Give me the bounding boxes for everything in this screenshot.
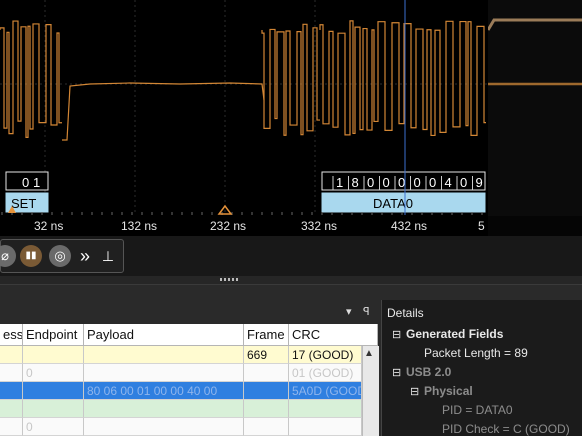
decode-label-data: DATA0 [373, 196, 413, 211]
table-scrollbar[interactable] [362, 346, 379, 436]
table-cell-frame[interactable]: 669 [244, 346, 289, 364]
waveform-display[interactable]: 0 1 SET 1 8 0 0 0 0 0 4 0 9 DATA0 [0, 0, 488, 236]
panel-splitter[interactable] [0, 276, 582, 285]
signal-trace [0, 20, 62, 138]
decode-digit: 0 [460, 175, 467, 190]
details-item[interactable]: PID Check = C (GOOD) [442, 422, 570, 436]
pause-icon[interactable]: ▮▮ [20, 245, 42, 267]
table-cell-frame[interactable] [244, 418, 289, 436]
table-cell-endpoint[interactable] [23, 382, 84, 400]
splitter-grip[interactable] [220, 278, 238, 281]
column-header-payload[interactable]: Payload [84, 324, 244, 346]
panel-pin-icon[interactable]: ꟼ [363, 305, 370, 318]
table-cell-ess[interactable] [0, 400, 23, 418]
details-item[interactable]: Physical [424, 384, 473, 398]
details-title: Details [387, 306, 424, 320]
table-cell-crc[interactable] [289, 418, 362, 436]
decode-digit: 0 [414, 175, 421, 190]
tree-expander-icon[interactable]: ⊟ [392, 366, 401, 379]
table-cell-payload[interactable]: 80 06 00 01 00 00 40 00 [84, 382, 244, 400]
table-cell-ess[interactable] [0, 346, 23, 364]
signal-trace [62, 82, 265, 141]
decode-digit: 0 [398, 175, 405, 190]
time-tick: 232 ns [210, 219, 247, 233]
fast-forward-icon[interactable]: » [74, 245, 96, 267]
column-header-crc[interactable]: CRC [289, 324, 378, 346]
tree-expander-icon[interactable]: ⊟ [410, 385, 419, 398]
tree-expander-icon[interactable]: ⊟ [392, 328, 401, 341]
table-cell-payload[interactable] [84, 400, 244, 418]
details-item[interactable]: PID = DATA0 [442, 403, 513, 417]
column-header-endpoint[interactable]: Endpoint [23, 324, 84, 346]
panel-menu-icon[interactable]: ▾ [346, 305, 352, 318]
decode-digit: 4 [445, 175, 452, 190]
time-tick: 32 ns [34, 219, 64, 233]
waveform-graph: 0 1SET1 8 0 0 0 0 0 4 0 9DATA0 [0, 0, 488, 215]
decode-digit: 9 [476, 175, 483, 190]
table-cell-endpoint[interactable]: 0 [23, 418, 84, 436]
decode-digit: 8 [352, 175, 359, 190]
table-cell-frame[interactable] [244, 400, 289, 418]
details-item[interactable]: Generated Fields [406, 327, 503, 341]
zoom-icon[interactable]: ◎ [49, 245, 71, 267]
decode-digit: 1 [336, 175, 343, 190]
decode-digit: 1 [33, 175, 40, 190]
signal-trace [319, 20, 486, 137]
secondary-scope [488, 0, 582, 236]
scroll-up-icon[interactable]: ▲ [364, 348, 374, 359]
time-tick: 5 [478, 219, 485, 233]
table-cell-crc[interactable]: 5A0D (GOOD) [289, 382, 362, 400]
decode-label-set: SET [11, 196, 36, 211]
table-cell-endpoint[interactable]: 0 [23, 364, 84, 382]
table-cell-endpoint[interactable] [23, 400, 84, 418]
table-cell-endpoint[interactable] [23, 346, 84, 364]
time-tick: 332 ns [301, 219, 338, 233]
decode-digit: 0 [22, 175, 29, 190]
details-item[interactable]: Packet Length = 89 [424, 346, 528, 360]
table-cell-ess[interactable] [0, 382, 23, 400]
table-cell-payload[interactable] [84, 418, 244, 436]
decode-digit: 0 [383, 175, 390, 190]
table-cell-ess[interactable] [0, 418, 23, 436]
table-cell-frame[interactable] [244, 364, 289, 382]
table-cell-crc[interactable]: 17 (GOOD) [289, 346, 362, 364]
details-item[interactable]: USB 2.0 [406, 365, 451, 379]
signal-trace [261, 23, 320, 136]
column-header-address[interactable]: ess [0, 324, 23, 346]
time-tick: 432 ns [391, 219, 428, 233]
table-cell-payload[interactable] [84, 346, 244, 364]
table-cell-ess[interactable] [0, 364, 23, 382]
decode-digit: 0 [429, 175, 436, 190]
table-cell-crc[interactable] [289, 400, 362, 418]
column-header-frame[interactable]: Frame [244, 324, 289, 346]
table-cell-frame[interactable] [244, 382, 289, 400]
table-cell-crc[interactable]: 01 (GOOD) [289, 364, 362, 382]
decode-digit: 0 [367, 175, 374, 190]
pin-icon[interactable]: ⊥ [97, 245, 119, 267]
table-cell-payload[interactable] [84, 364, 244, 382]
time-tick: 132 ns [121, 219, 158, 233]
